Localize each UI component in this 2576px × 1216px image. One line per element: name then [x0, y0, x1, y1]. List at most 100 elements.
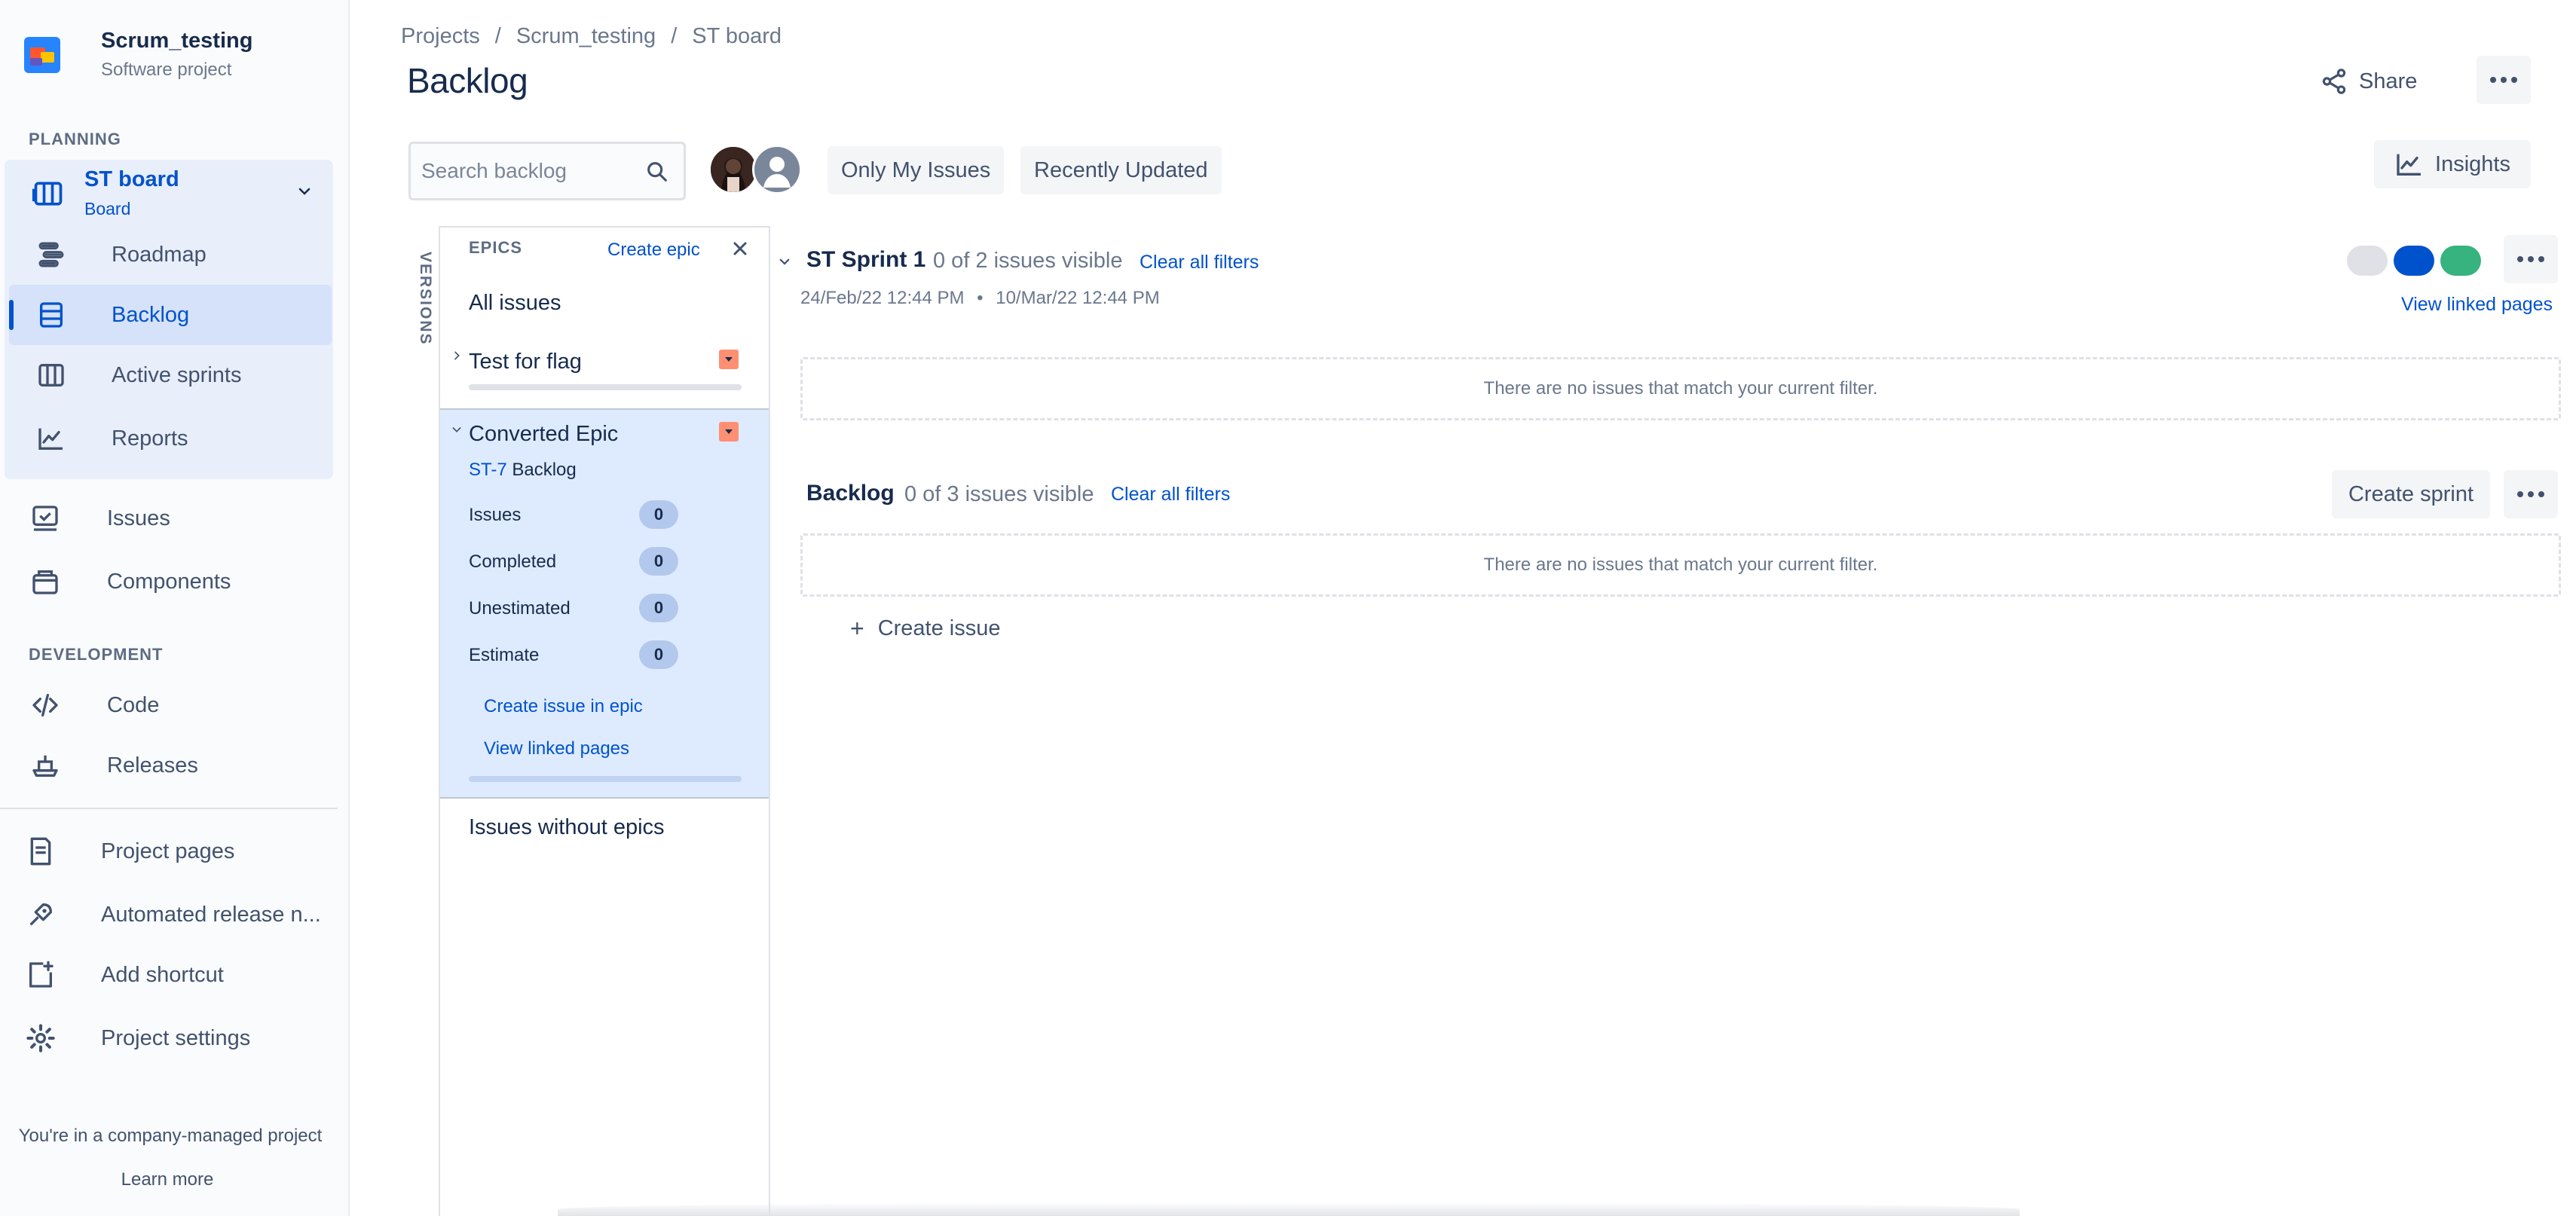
- board-switcher[interactable]: ST board Board: [5, 160, 333, 225]
- sidebar-item-components[interactable]: Components: [0, 551, 348, 612]
- backlog-icon: [40, 302, 63, 328]
- quick-filter-recently-updated[interactable]: Recently Updated: [1020, 146, 1222, 194]
- sidebar-item-reports[interactable]: Reports: [9, 408, 332, 469]
- stat-badge: 0: [639, 640, 678, 669]
- backlog-visible-count: 0 of 3 issues visible: [904, 482, 1094, 506]
- code-icon: [32, 694, 58, 716]
- backlog-empty-state: There are no issues that match your curr…: [800, 533, 2561, 597]
- view-linked-pages-link[interactable]: View linked pages: [484, 738, 629, 759]
- sprint-view-linked-pages-link[interactable]: View linked pages: [2401, 294, 2553, 316]
- epic-name: Converted Epic: [469, 422, 619, 446]
- sidebar-item-add-shortcut[interactable]: Add shortcut: [0, 945, 348, 1005]
- chevron-down-icon[interactable]: [451, 423, 463, 435]
- sidebar-item-roadmap[interactable]: Roadmap: [9, 225, 332, 285]
- share-label: Share: [2359, 69, 2418, 93]
- epic-stat-unestimated: Unestimated 0: [469, 594, 695, 622]
- share-button[interactable]: Share: [2320, 60, 2417, 102]
- search-input[interactable]: [421, 156, 632, 186]
- stat-badge: 0: [639, 594, 678, 622]
- project-pages-icon: [30, 837, 51, 866]
- epic-item-converted-epic[interactable]: Converted Epic ST-7 Backlog Issues 0 Com…: [440, 408, 769, 799]
- create-issue-button[interactable]: + Create issue: [850, 615, 1001, 643]
- epic-stat-estimate: Estimate 0: [469, 640, 695, 669]
- user-photo-icon: [711, 147, 756, 192]
- search-icon: [647, 162, 667, 182]
- sidebar-item-backlog[interactable]: Backlog: [9, 285, 332, 345]
- sidebar-divider: [0, 808, 338, 809]
- learn-more-link[interactable]: Learn more: [0, 1169, 335, 1190]
- epic-color-menu-icon[interactable]: [719, 350, 739, 369]
- insights-icon: [2397, 154, 2422, 176]
- create-issue-label: Create issue: [877, 616, 1001, 640]
- development-label: DEVELOPMENT: [29, 645, 164, 664]
- search-backlog[interactable]: [408, 142, 686, 200]
- sidebar-item-issues[interactable]: Issues: [0, 488, 348, 548]
- breadcrumb-item-board[interactable]: ST board: [692, 24, 782, 49]
- plus-icon: +: [850, 615, 864, 642]
- sprint-start-date: 24/Feb/22 12:44 PM: [800, 288, 965, 308]
- versions-tab[interactable]: VERSIONS: [411, 252, 434, 350]
- issues-icon: [32, 506, 58, 531]
- sidebar-item-releases[interactable]: Releases: [0, 735, 348, 796]
- sidebar-item-project-settings[interactable]: Project settings: [0, 1008, 348, 1068]
- sprint-empty-state: There are no issues that match your curr…: [800, 357, 2561, 420]
- sidebar-item-label: Reports: [112, 426, 188, 451]
- sidebar-item-code[interactable]: Code: [0, 675, 348, 735]
- insights-button[interactable]: Insights: [2374, 140, 2531, 188]
- status-todo-pill: [2347, 246, 2388, 276]
- avatar-unassigned[interactable]: [752, 145, 802, 194]
- chevron-right-icon[interactable]: [451, 350, 463, 362]
- reports-icon: [38, 428, 63, 450]
- create-issue-in-epic-link[interactable]: Create issue in epic: [484, 696, 643, 717]
- chevron-down-icon[interactable]: [778, 255, 791, 268]
- epic-filter-issues-without-epics[interactable]: Issues without epics: [469, 815, 665, 840]
- sidebar-item-active-sprints[interactable]: Active sprints: [9, 345, 332, 405]
- sidebar-item-label: Roadmap: [112, 242, 207, 267]
- sidebar-item-label: Issues: [107, 506, 170, 530]
- sidebar-item-project-pages[interactable]: Project pages: [0, 821, 348, 881]
- epic-item-test-for-flag[interactable]: Test for flag: [440, 342, 769, 408]
- add-shortcut-icon: [29, 961, 54, 988]
- project-logo: [24, 36, 60, 73]
- sidebar-item-label: Project settings: [101, 1025, 251, 1050]
- epics-header: EPICS: [469, 238, 523, 257]
- create-epic-link[interactable]: Create epic: [607, 240, 700, 261]
- avatar[interactable]: [708, 145, 758, 194]
- releases-icon: [32, 755, 58, 777]
- backlog-more-actions-button[interactable]: [2504, 470, 2558, 518]
- sidebar-item-label: Backlog: [112, 302, 190, 327]
- sprint-more-actions-button[interactable]: [2504, 235, 2558, 283]
- sidebar-item-automated-release[interactable]: Automated release n...: [0, 885, 348, 945]
- breadcrumb: Projects / Scrum_testing / ST board: [401, 24, 782, 49]
- epic-key-status: ST-7 Backlog: [469, 460, 577, 481]
- sidebar-item-label: Automated release n...: [101, 902, 321, 927]
- epics-panel: EPICS Create epic All issues Test for fl…: [439, 226, 770, 1216]
- more-icon: [2517, 491, 2544, 497]
- breadcrumb-item-projects[interactable]: Projects: [401, 24, 480, 49]
- quick-filter-only-my-issues[interactable]: Only My Issues: [828, 146, 1005, 194]
- sprint-clear-filters-link[interactable]: Clear all filters: [1140, 252, 1259, 273]
- more-icon: [2490, 77, 2517, 83]
- sidebar-item-label: Add shortcut: [101, 962, 224, 987]
- sidebar-item-label: Code: [107, 692, 160, 717]
- project-header[interactable]: Scrum_testing Software project: [24, 29, 252, 81]
- epic-name: Test for flag: [469, 350, 582, 374]
- page-more-actions-button[interactable]: [2477, 56, 2531, 104]
- epic-key[interactable]: ST-7: [469, 460, 507, 480]
- epic-status: Backlog: [512, 460, 577, 480]
- epic-filter-all-issues[interactable]: All issues: [469, 291, 561, 316]
- epic-color-menu-icon[interactable]: [719, 422, 739, 441]
- epic-progress-bar: [469, 776, 742, 782]
- company-managed-note: You're in a company-managed project: [18, 1126, 323, 1146]
- sprint-end-date: 10/Mar/22 12:44 PM: [996, 288, 1160, 308]
- more-icon: [2517, 256, 2544, 262]
- sidebar-item-label: Project pages: [101, 839, 235, 863]
- breadcrumb-item-project[interactable]: Scrum_testing: [516, 24, 656, 49]
- chevron-down-icon[interactable]: [295, 182, 314, 200]
- stat-badge: 0: [639, 500, 678, 529]
- create-sprint-button[interactable]: Create sprint: [2332, 470, 2490, 518]
- backlog-clear-filters-link[interactable]: Clear all filters: [1111, 484, 1230, 506]
- epic-progress-bar: [469, 384, 742, 390]
- sprint-name[interactable]: ST Sprint 1: [806, 247, 925, 273]
- close-icon[interactable]: [731, 240, 749, 258]
